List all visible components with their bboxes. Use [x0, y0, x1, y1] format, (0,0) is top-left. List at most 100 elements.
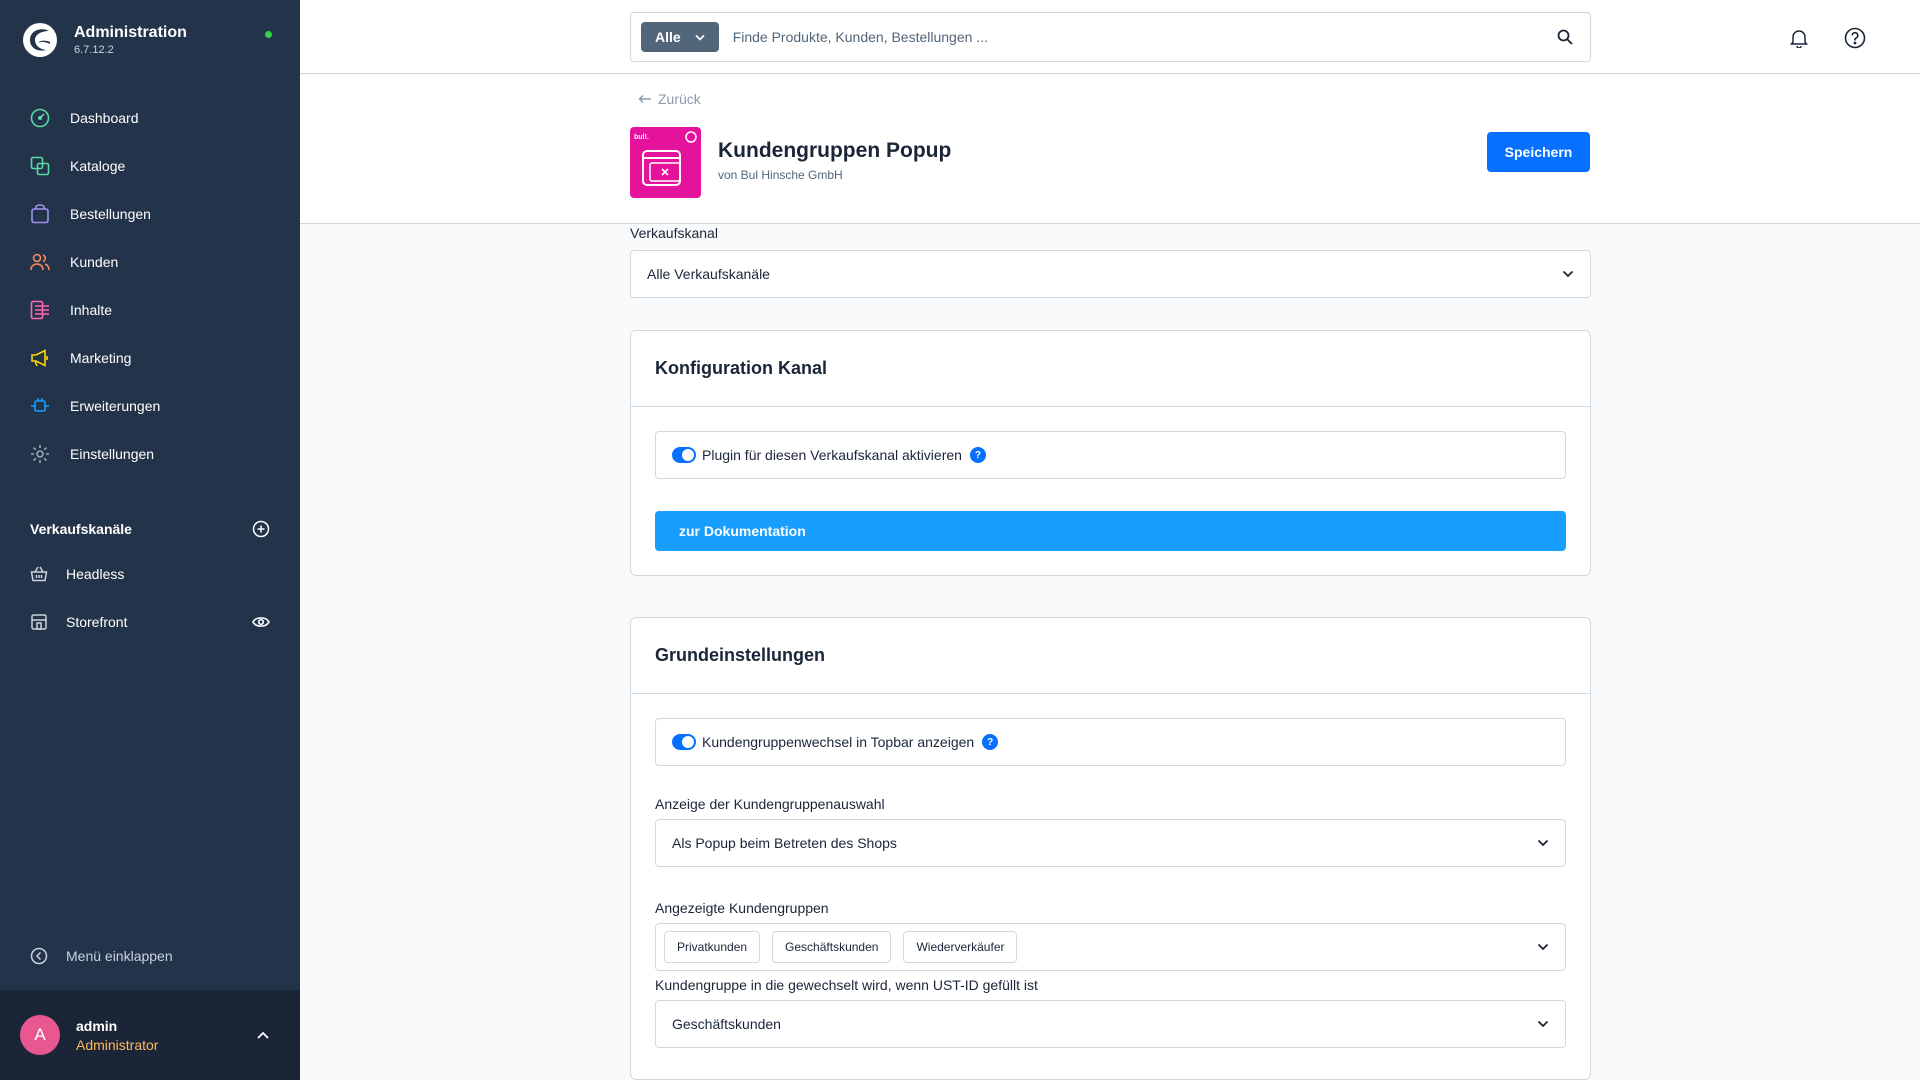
sales-channels-title: Verkaufskanäle — [30, 521, 132, 537]
sales-channel-select[interactable]: Alle Verkaufskanäle — [630, 250, 1591, 298]
sales-channel-list: Headless Storefront — [0, 550, 300, 646]
documentation-button[interactable]: zur Dokumentation — [655, 511, 1566, 551]
plugin-vendor: von Bul Hinsche GmbH — [718, 168, 843, 182]
search-type-select[interactable]: Alle — [641, 22, 719, 52]
plugin-icon: bul!. — [630, 127, 701, 198]
app-title: Administration — [74, 24, 187, 41]
user-bar[interactable]: A admin Administrator — [0, 990, 300, 1080]
sales-channels-heading: Verkaufskanäle — [30, 520, 270, 538]
nav-item-catalog[interactable]: Kataloge — [0, 142, 300, 190]
vat-group-label: Kundengruppe in die gewechselt wird, wen… — [655, 977, 1038, 993]
back-link[interactable]: Zurück — [638, 91, 701, 107]
sales-channel-label: Verkaufskanal — [630, 225, 718, 241]
chevron-down-icon — [1562, 270, 1574, 278]
nav-item-orders[interactable]: Bestellungen — [0, 190, 300, 238]
nav-label: Marketing — [70, 350, 132, 366]
chevron-down-icon — [1537, 1020, 1549, 1028]
search-input[interactable] — [732, 29, 1540, 45]
add-circle-icon[interactable] — [252, 520, 270, 538]
card-header: Konfiguration Kanal — [631, 331, 1590, 407]
dashboard-icon — [30, 108, 50, 128]
chevron-up-icon[interactable] — [256, 1030, 270, 1040]
avatar: A — [20, 1015, 60, 1055]
plugin-active-switch-row: Plugin für diesen Verkaufskanal aktivier… — [655, 431, 1566, 479]
eye-icon[interactable] — [252, 615, 270, 629]
nav-label: Kataloge — [70, 158, 126, 174]
search-type-label: Alle — [655, 29, 681, 45]
orders-icon — [30, 204, 50, 224]
shopware-logo — [23, 23, 57, 57]
storefront-icon — [31, 614, 47, 630]
help-icon[interactable]: ? — [982, 734, 999, 750]
vat-group-select[interactable]: Geschäftskunden — [655, 1000, 1566, 1048]
bell-icon — [1790, 30, 1808, 48]
nav-item-content[interactable]: Inhalte — [0, 286, 300, 334]
plugin-active-toggle[interactable] — [672, 447, 696, 463]
search-icon — [1557, 29, 1573, 45]
channel-label: Headless — [66, 566, 125, 582]
display-mode-select[interactable]: Als Popup beim Betreten des Shops — [655, 819, 1566, 867]
nav-label: Erweiterungen — [70, 398, 161, 414]
nav-item-marketing[interactable]: Marketing — [0, 334, 300, 382]
search-button[interactable] — [1540, 29, 1590, 45]
extensions-icon — [30, 396, 50, 416]
nav-label: Bestellungen — [70, 206, 151, 222]
customer-group-tag[interactable]: Geschäftskunden — [772, 931, 892, 963]
plugin-active-label: Plugin für diesen Verkaufskanal aktivier… — [702, 447, 962, 463]
nav-item-extensions[interactable]: Erweiterungen — [0, 382, 300, 430]
basket-icon — [30, 566, 48, 582]
brand[interactable]: Administration 6.7.12.2 — [22, 22, 187, 58]
app-version: 6.7.12.2 — [74, 44, 114, 56]
topbar-switch-label: Kundengruppenwechsel in Topbar anzeigen — [702, 734, 975, 750]
card-title: Konfiguration Kanal — [655, 358, 827, 378]
help-button[interactable] — [1843, 26, 1867, 50]
customer-groups-label: Angezeigte Kundengruppen — [655, 900, 829, 916]
topbar-switch-row: Kundengruppenwechsel in Topbar anzeigen … — [655, 718, 1566, 766]
marketing-icon — [30, 348, 50, 368]
nav-item-settings[interactable]: Einstellungen — [0, 430, 300, 478]
chevron-down-icon — [1537, 943, 1549, 951]
user-name: admin — [76, 1017, 118, 1034]
channel-label: Storefront — [66, 614, 128, 630]
page-title: Kundengruppen Popup — [718, 139, 952, 162]
collapse-menu-button[interactable]: Menü einklappen — [30, 947, 173, 965]
popup-window-icon: bul!. — [634, 131, 697, 186]
display-mode-value: Als Popup beim Betreten des Shops — [672, 835, 897, 851]
top-bar: Alle — [300, 0, 1920, 74]
display-mode-label: Anzeige der Kundengruppenauswahl — [655, 796, 885, 812]
back-label: Zurück — [658, 91, 701, 107]
basic-settings-card: Grundeinstellungen Kundengruppenwechsel … — [630, 617, 1591, 1080]
chevron-down-icon — [695, 34, 705, 41]
nav-label: Einstellungen — [70, 446, 155, 462]
chevron-down-icon — [1537, 839, 1549, 847]
topbar-switch-toggle[interactable] — [672, 734, 696, 750]
collapse-menu-label: Menü einklappen — [66, 948, 173, 964]
customer-group-tag[interactable]: Wiederverkäufer — [903, 931, 1018, 963]
nav-label: Inhalte — [70, 302, 113, 318]
vat-group-value: Geschäftskunden — [672, 1016, 781, 1032]
arrow-left-icon — [638, 95, 651, 103]
content-icon — [30, 300, 50, 320]
customer-group-tag[interactable]: Privatkunden — [664, 931, 761, 963]
svg-text:bul!.: bul!. — [634, 134, 649, 141]
sales-channel-value: Alle Verkaufskanäle — [647, 266, 770, 282]
customers-icon — [30, 252, 50, 272]
channel-item-storefront[interactable]: Storefront — [0, 598, 300, 646]
sidebar: Administration 6.7.12.2 Dashboard Katalo… — [0, 0, 300, 1080]
help-icon[interactable]: ? — [969, 447, 986, 463]
user-role: Administrator — [76, 1036, 159, 1053]
notifications-button[interactable] — [1787, 26, 1811, 50]
catalog-icon — [30, 156, 50, 176]
customer-groups-multiselect[interactable]: Privatkunden Geschäftskunden Wiederverkä… — [655, 923, 1566, 971]
channel-config-card: Konfiguration Kanal Plugin für diesen Ve… — [630, 330, 1591, 576]
nav-item-customers[interactable]: Kunden — [0, 238, 300, 286]
card-title: Grundeinstellungen — [655, 645, 826, 665]
settings-icon — [30, 444, 50, 464]
global-search: Alle — [630, 12, 1591, 62]
page-header: Zurück bul!. Kundengruppen Popup von Bul… — [300, 75, 1920, 224]
channel-item-headless[interactable]: Headless — [0, 550, 300, 598]
main-nav: Dashboard Kataloge Bestellungen Kunden I… — [0, 94, 300, 478]
save-button[interactable]: Speichern — [1487, 132, 1590, 172]
nav-item-dashboard[interactable]: Dashboard — [0, 94, 300, 142]
question-circle-icon — [1844, 27, 1866, 49]
